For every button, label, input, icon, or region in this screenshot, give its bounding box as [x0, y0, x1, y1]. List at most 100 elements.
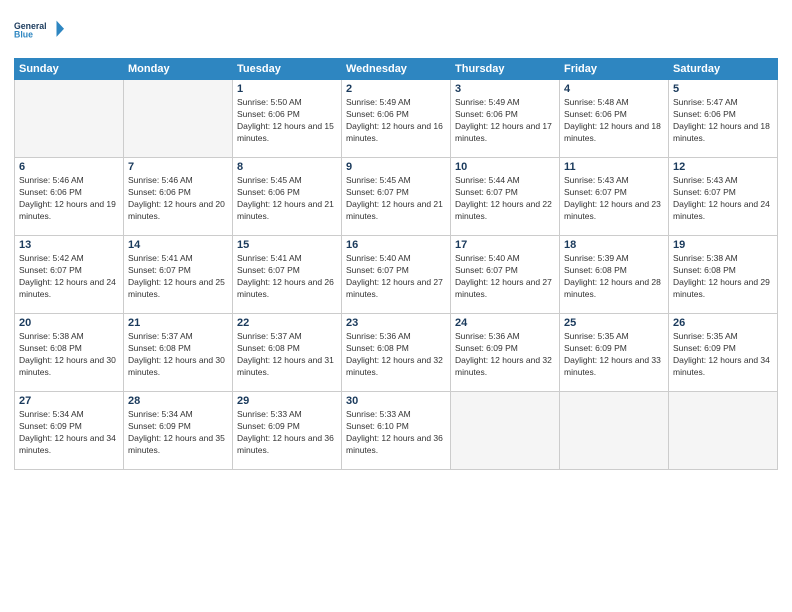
day-number: 10 — [455, 161, 555, 173]
table-row: 17 Sunrise: 5:40 AMSunset: 6:07 PMDaylig… — [451, 236, 560, 314]
day-detail: Sunrise: 5:36 AMSunset: 6:08 PMDaylight:… — [346, 331, 446, 379]
day-detail: Sunrise: 5:34 AMSunset: 6:09 PMDaylight:… — [128, 409, 228, 457]
calendar-row-2: 6 Sunrise: 5:46 AMSunset: 6:06 PMDayligh… — [15, 158, 778, 236]
calendar-row-3: 13 Sunrise: 5:42 AMSunset: 6:07 PMDaylig… — [15, 236, 778, 314]
day-number: 25 — [564, 317, 664, 329]
day-detail: Sunrise: 5:34 AMSunset: 6:09 PMDaylight:… — [19, 409, 119, 457]
day-detail: Sunrise: 5:35 AMSunset: 6:09 PMDaylight:… — [564, 331, 664, 379]
calendar-page: General Blue Sunday Monday Tuesday Wedne… — [0, 0, 792, 612]
day-detail: Sunrise: 5:37 AMSunset: 6:08 PMDaylight:… — [237, 331, 337, 379]
header-tuesday: Tuesday — [233, 59, 342, 80]
table-row — [560, 392, 669, 470]
day-detail: Sunrise: 5:40 AMSunset: 6:07 PMDaylight:… — [455, 253, 555, 301]
day-detail: Sunrise: 5:40 AMSunset: 6:07 PMDaylight:… — [346, 253, 446, 301]
table-row: 23 Sunrise: 5:36 AMSunset: 6:08 PMDaylig… — [342, 314, 451, 392]
day-number: 20 — [19, 317, 119, 329]
weekday-header-row: Sunday Monday Tuesday Wednesday Thursday… — [15, 59, 778, 80]
table-row: 16 Sunrise: 5:40 AMSunset: 6:07 PMDaylig… — [342, 236, 451, 314]
day-number: 26 — [673, 317, 773, 329]
header-thursday: Thursday — [451, 59, 560, 80]
day-detail: Sunrise: 5:49 AMSunset: 6:06 PMDaylight:… — [346, 97, 446, 145]
table-row: 14 Sunrise: 5:41 AMSunset: 6:07 PMDaylig… — [124, 236, 233, 314]
table-row — [669, 392, 778, 470]
day-detail: Sunrise: 5:33 AMSunset: 6:10 PMDaylight:… — [346, 409, 446, 457]
calendar-row-5: 27 Sunrise: 5:34 AMSunset: 6:09 PMDaylig… — [15, 392, 778, 470]
header-wednesday: Wednesday — [342, 59, 451, 80]
day-number: 11 — [564, 161, 664, 173]
table-row: 27 Sunrise: 5:34 AMSunset: 6:09 PMDaylig… — [15, 392, 124, 470]
day-number: 27 — [19, 395, 119, 407]
header-friday: Friday — [560, 59, 669, 80]
day-detail: Sunrise: 5:37 AMSunset: 6:08 PMDaylight:… — [128, 331, 228, 379]
table-row: 21 Sunrise: 5:37 AMSunset: 6:08 PMDaylig… — [124, 314, 233, 392]
table-row: 30 Sunrise: 5:33 AMSunset: 6:10 PMDaylig… — [342, 392, 451, 470]
header-sunday: Sunday — [15, 59, 124, 80]
day-detail: Sunrise: 5:46 AMSunset: 6:06 PMDaylight:… — [128, 175, 228, 223]
day-number: 1 — [237, 83, 337, 95]
day-number: 28 — [128, 395, 228, 407]
table-row: 22 Sunrise: 5:37 AMSunset: 6:08 PMDaylig… — [233, 314, 342, 392]
table-row: 6 Sunrise: 5:46 AMSunset: 6:06 PMDayligh… — [15, 158, 124, 236]
day-detail: Sunrise: 5:41 AMSunset: 6:07 PMDaylight:… — [237, 253, 337, 301]
calendar-row-1: 1 Sunrise: 5:50 AMSunset: 6:06 PMDayligh… — [15, 80, 778, 158]
day-number: 21 — [128, 317, 228, 329]
day-detail: Sunrise: 5:38 AMSunset: 6:08 PMDaylight:… — [19, 331, 119, 379]
day-detail: Sunrise: 5:50 AMSunset: 6:06 PMDaylight:… — [237, 97, 337, 145]
day-number: 13 — [19, 239, 119, 251]
table-row: 28 Sunrise: 5:34 AMSunset: 6:09 PMDaylig… — [124, 392, 233, 470]
day-detail: Sunrise: 5:35 AMSunset: 6:09 PMDaylight:… — [673, 331, 773, 379]
table-row: 12 Sunrise: 5:43 AMSunset: 6:07 PMDaylig… — [669, 158, 778, 236]
table-row: 15 Sunrise: 5:41 AMSunset: 6:07 PMDaylig… — [233, 236, 342, 314]
table-row: 25 Sunrise: 5:35 AMSunset: 6:09 PMDaylig… — [560, 314, 669, 392]
day-number: 29 — [237, 395, 337, 407]
table-row — [15, 80, 124, 158]
day-detail: Sunrise: 5:46 AMSunset: 6:06 PMDaylight:… — [19, 175, 119, 223]
day-number: 9 — [346, 161, 446, 173]
day-number: 5 — [673, 83, 773, 95]
day-number: 2 — [346, 83, 446, 95]
day-detail: Sunrise: 5:49 AMSunset: 6:06 PMDaylight:… — [455, 97, 555, 145]
svg-text:Blue: Blue — [14, 30, 33, 40]
logo-svg: General Blue — [14, 10, 64, 50]
table-row: 24 Sunrise: 5:36 AMSunset: 6:09 PMDaylig… — [451, 314, 560, 392]
header: General Blue — [14, 10, 778, 50]
table-row: 18 Sunrise: 5:39 AMSunset: 6:08 PMDaylig… — [560, 236, 669, 314]
day-number: 12 — [673, 161, 773, 173]
day-number: 18 — [564, 239, 664, 251]
day-detail: Sunrise: 5:44 AMSunset: 6:07 PMDaylight:… — [455, 175, 555, 223]
table-row: 4 Sunrise: 5:48 AMSunset: 6:06 PMDayligh… — [560, 80, 669, 158]
day-number: 16 — [346, 239, 446, 251]
day-detail: Sunrise: 5:43 AMSunset: 6:07 PMDaylight:… — [673, 175, 773, 223]
day-number: 3 — [455, 83, 555, 95]
day-detail: Sunrise: 5:38 AMSunset: 6:08 PMDaylight:… — [673, 253, 773, 301]
table-row: 19 Sunrise: 5:38 AMSunset: 6:08 PMDaylig… — [669, 236, 778, 314]
logo: General Blue — [14, 10, 64, 50]
day-detail: Sunrise: 5:48 AMSunset: 6:06 PMDaylight:… — [564, 97, 664, 145]
table-row: 2 Sunrise: 5:49 AMSunset: 6:06 PMDayligh… — [342, 80, 451, 158]
table-row: 1 Sunrise: 5:50 AMSunset: 6:06 PMDayligh… — [233, 80, 342, 158]
day-number: 14 — [128, 239, 228, 251]
day-detail: Sunrise: 5:42 AMSunset: 6:07 PMDaylight:… — [19, 253, 119, 301]
day-number: 4 — [564, 83, 664, 95]
day-number: 8 — [237, 161, 337, 173]
table-row: 26 Sunrise: 5:35 AMSunset: 6:09 PMDaylig… — [669, 314, 778, 392]
table-row — [451, 392, 560, 470]
day-detail: Sunrise: 5:45 AMSunset: 6:06 PMDaylight:… — [237, 175, 337, 223]
day-number: 24 — [455, 317, 555, 329]
day-detail: Sunrise: 5:39 AMSunset: 6:08 PMDaylight:… — [564, 253, 664, 301]
day-detail: Sunrise: 5:41 AMSunset: 6:07 PMDaylight:… — [128, 253, 228, 301]
table-row: 3 Sunrise: 5:49 AMSunset: 6:06 PMDayligh… — [451, 80, 560, 158]
day-number: 15 — [237, 239, 337, 251]
day-number: 19 — [673, 239, 773, 251]
header-saturday: Saturday — [669, 59, 778, 80]
day-number: 6 — [19, 161, 119, 173]
table-row — [124, 80, 233, 158]
day-number: 17 — [455, 239, 555, 251]
table-row: 5 Sunrise: 5:47 AMSunset: 6:06 PMDayligh… — [669, 80, 778, 158]
table-row: 11 Sunrise: 5:43 AMSunset: 6:07 PMDaylig… — [560, 158, 669, 236]
day-detail: Sunrise: 5:47 AMSunset: 6:06 PMDaylight:… — [673, 97, 773, 145]
day-number: 23 — [346, 317, 446, 329]
table-row: 10 Sunrise: 5:44 AMSunset: 6:07 PMDaylig… — [451, 158, 560, 236]
calendar-row-4: 20 Sunrise: 5:38 AMSunset: 6:08 PMDaylig… — [15, 314, 778, 392]
day-detail: Sunrise: 5:36 AMSunset: 6:09 PMDaylight:… — [455, 331, 555, 379]
